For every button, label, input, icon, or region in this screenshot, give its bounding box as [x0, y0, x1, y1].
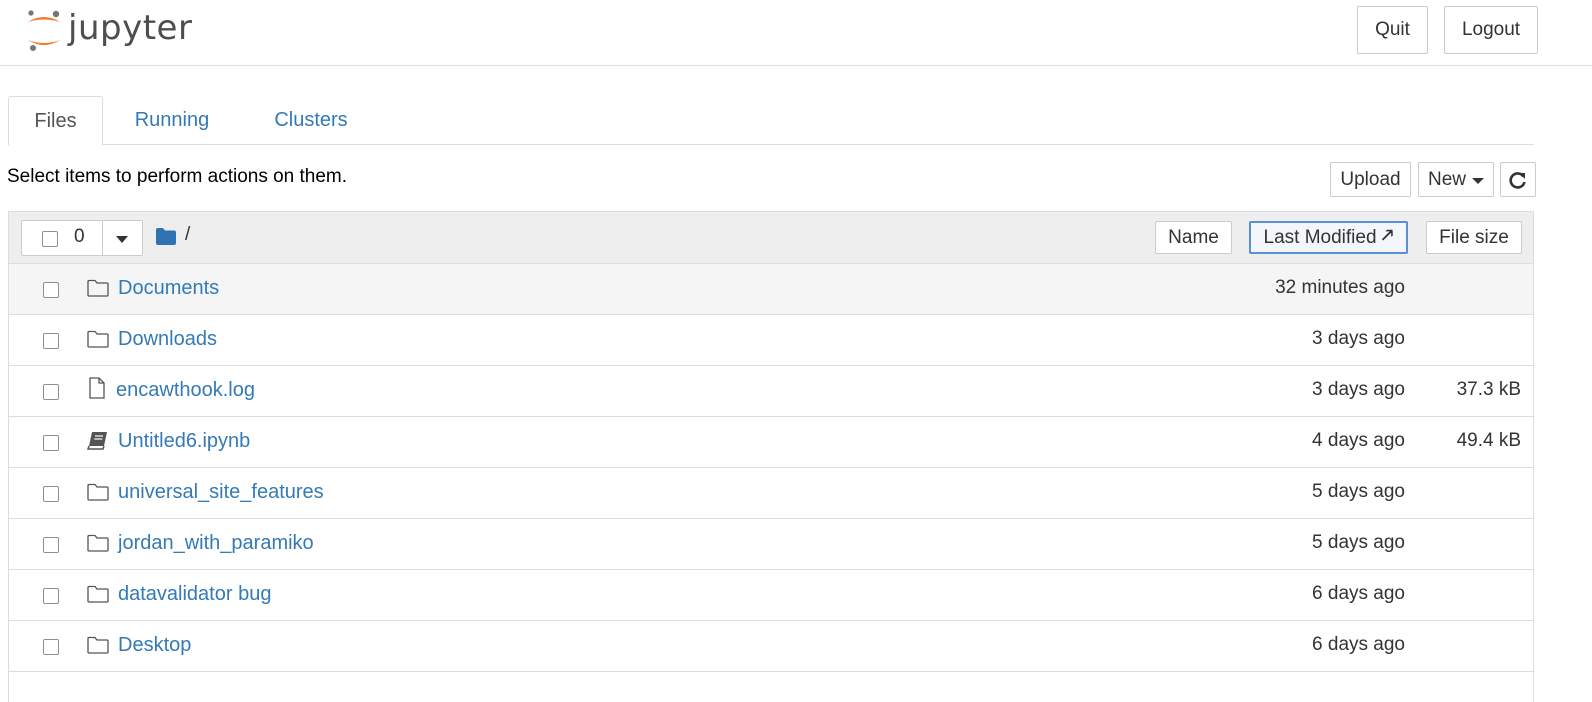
tab-bar: Files Running Clusters — [8, 96, 1534, 146]
jupyter-logo-icon — [28, 10, 60, 51]
list-item[interactable]: Untitled6.ipynb 4 days ago 49.4 kB — [9, 417, 1533, 468]
item-checkbox[interactable] — [43, 537, 59, 553]
folder-icon — [87, 533, 109, 553]
select-all-group[interactable]: 0 — [21, 220, 143, 256]
item-modified: 32 minutes ago — [1275, 277, 1405, 298]
item-checkbox[interactable] — [43, 384, 59, 400]
list-item[interactable]: jordan_with_paramiko 5 days ago — [9, 519, 1533, 570]
jupyter-logo[interactable]: jupyter — [24, 6, 192, 56]
tab-running[interactable]: Running — [120, 96, 224, 145]
breadcrumb-path[interactable]: / — [185, 224, 190, 246]
file-list: 0 / Name Last Modified 🡕 File size Docum… — [8, 211, 1534, 702]
item-name-link[interactable]: Downloads — [118, 328, 217, 351]
item-size: 37.3 kB — [1456, 379, 1521, 400]
item-name-link[interactable]: Untitled6.ipynb — [118, 430, 250, 453]
item-modified: 5 days ago — [1312, 532, 1405, 553]
tab-files[interactable]: Files — [8, 96, 103, 146]
item-name-link[interactable]: encawthook.log — [116, 379, 255, 402]
sort-by-file-size-button[interactable]: File size — [1426, 221, 1522, 254]
list-item[interactable]: encawthook.log 3 days ago 37.3 kB — [9, 366, 1533, 417]
item-name-link[interactable]: datavalidator bug — [118, 583, 271, 606]
sort-by-last-modified-button[interactable]: Last Modified 🡕 — [1249, 221, 1408, 254]
selected-count: 0 — [74, 226, 85, 247]
new-label: New — [1427, 168, 1466, 190]
selection-menu-caret-icon[interactable] — [116, 236, 128, 243]
folder-icon — [87, 635, 109, 655]
folder-home-icon[interactable] — [156, 228, 176, 245]
logout-button[interactable]: Logout — [1444, 6, 1538, 54]
folder-icon — [87, 329, 109, 349]
item-checkbox[interactable] — [43, 588, 59, 604]
logo-text: jupyter — [68, 8, 193, 48]
item-checkbox[interactable] — [43, 639, 59, 655]
item-modified: 5 days ago — [1312, 481, 1405, 502]
item-modified: 4 days ago — [1312, 430, 1405, 451]
item-modified: 3 days ago — [1312, 328, 1405, 349]
item-name-link[interactable]: Documents — [118, 277, 219, 300]
notebook-icon — [86, 431, 109, 451]
item-modified: 6 days ago — [1312, 634, 1405, 655]
file-icon — [86, 377, 108, 399]
folder-icon — [87, 482, 109, 502]
item-checkbox[interactable] — [43, 333, 59, 349]
list-item[interactable]: universal_site_features 5 days ago — [9, 468, 1533, 519]
item-checkbox[interactable] — [43, 435, 59, 451]
item-checkbox[interactable] — [43, 486, 59, 502]
item-checkbox[interactable] — [43, 282, 59, 298]
list-item[interactable]: Documents 32 minutes ago — [9, 264, 1533, 315]
item-modified: 3 days ago — [1312, 379, 1405, 400]
divider — [102, 221, 103, 255]
folder-icon — [87, 584, 109, 604]
caret-down-icon — [1472, 177, 1484, 184]
refresh-icon — [1509, 171, 1526, 189]
header: jupyter Quit Logout — [0, 0, 1592, 66]
select-all-checkbox[interactable] — [42, 231, 58, 247]
new-dropdown-button[interactable]: New — [1418, 162, 1494, 197]
item-name-link[interactable]: universal_site_features — [118, 481, 324, 504]
list-item[interactable]: datavalidator bug 6 days ago — [9, 570, 1533, 621]
item-modified: 6 days ago — [1312, 583, 1405, 604]
selection-hint: Select items to perform actions on them. — [7, 166, 348, 187]
list-header: 0 / Name Last Modified 🡕 File size — [9, 212, 1533, 264]
refresh-button[interactable] — [1500, 162, 1536, 197]
quit-button[interactable]: Quit — [1357, 6, 1428, 54]
list-item[interactable]: Downloads 3 days ago — [9, 315, 1533, 366]
tab-clusters[interactable]: Clusters — [255, 96, 367, 145]
sort-by-name-button[interactable]: Name — [1155, 221, 1232, 254]
item-name-link[interactable]: Desktop — [118, 634, 191, 657]
item-name-link[interactable]: jordan_with_paramiko — [118, 532, 314, 555]
item-size: 49.4 kB — [1456, 430, 1521, 451]
sort-modified-label: Last Modified — [1263, 226, 1377, 248]
arrow-up-icon: 🡕 — [1381, 224, 1394, 245]
upload-button[interactable]: Upload — [1330, 162, 1411, 197]
folder-icon — [87, 278, 109, 298]
list-item[interactable]: Desktop 6 days ago — [9, 621, 1533, 672]
